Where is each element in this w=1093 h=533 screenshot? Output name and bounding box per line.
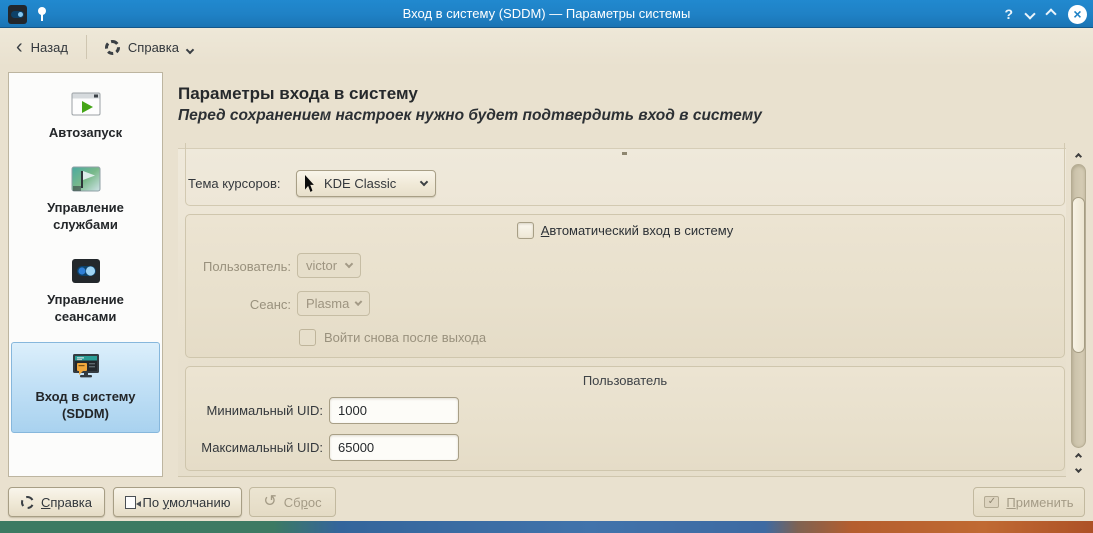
vertical-scrollbar bbox=[1070, 150, 1087, 477]
chevron-down-icon bbox=[354, 298, 363, 306]
scroll-up-button[interactable] bbox=[1070, 150, 1087, 163]
page-subtitle: Перед сохранением настроек нужно будет п… bbox=[178, 107, 762, 124]
autologin-checkbox[interactable] bbox=[516, 222, 534, 239]
back-button[interactable]: ‹ Назад bbox=[6, 32, 78, 62]
autostart-icon bbox=[69, 87, 103, 121]
maximize-button[interactable] bbox=[1045, 8, 1057, 20]
apply-check-icon: ✓ bbox=[984, 496, 1000, 508]
back-button-label: Назад bbox=[30, 39, 68, 55]
user-combobox: victor bbox=[297, 253, 361, 278]
sidebar-item-label: Вход в систему (SDDM) bbox=[35, 389, 136, 421]
sidebar-item-services[interactable]: Управление службами bbox=[11, 158, 160, 239]
undo-icon: ↺ bbox=[263, 493, 277, 510]
settings-scroll-area: Тема курсоров: KDE Classic Автоматически… bbox=[178, 143, 1066, 477]
login-screen-icon bbox=[69, 351, 103, 385]
session-combobox: Plasma bbox=[297, 291, 370, 316]
max-uid-label: Максимальный UID: bbox=[201, 440, 323, 455]
sidebar-item-autostart[interactable]: Автозапуск bbox=[11, 83, 160, 147]
session-label: Сеанс: bbox=[249, 297, 291, 312]
whats-this-button[interactable]: ? bbox=[1004, 6, 1013, 22]
cursor-theme-combobox[interactable]: KDE Classic bbox=[296, 170, 436, 197]
user-group-title: Пользователь bbox=[582, 373, 668, 388]
max-uid-label-cell: Максимальный UID: bbox=[194, 434, 323, 461]
sidebar-item-label: Автозапуск bbox=[48, 125, 123, 140]
apply-button: ✓ Применить bbox=[973, 487, 1085, 517]
sidebar-item-sessions[interactable]: Управление сеансами bbox=[11, 250, 160, 331]
desktop-wallpaper-strip bbox=[0, 521, 1093, 533]
toolbar-separator bbox=[85, 35, 87, 59]
relogin-checkbox bbox=[299, 328, 316, 346]
help-button[interactable]: Справка bbox=[8, 487, 105, 517]
sessions-icon bbox=[69, 254, 103, 288]
scroll-down-button[interactable] bbox=[1070, 463, 1087, 476]
autologin-groupbox: Автоматический вход в систему Пользовате… bbox=[185, 214, 1065, 358]
scroll-up-button-bottom[interactable] bbox=[1070, 450, 1087, 463]
desktop-screenshot: Вход в систему (SDDM) — Параметры систем… bbox=[0, 0, 1093, 533]
help-lifebuoy-icon bbox=[21, 495, 34, 509]
min-uid-input[interactable] bbox=[329, 397, 459, 424]
window-title: Вход в систему (SDDM) — Параметры систем… bbox=[402, 6, 691, 21]
cursor-theme-row: Тема курсоров: bbox=[188, 170, 281, 197]
session-label-cell: Сеанс: bbox=[194, 292, 291, 317]
cursor-theme-label: Тема курсоров: bbox=[188, 176, 281, 191]
autologin-checkbox-label: Автоматический вход в систему bbox=[540, 223, 734, 238]
scrollbar-thumb[interactable] bbox=[1072, 197, 1085, 353]
chevron-down-icon bbox=[419, 177, 429, 187]
sidebar-item-login-sddm[interactable]: Вход в систему (SDDM) bbox=[11, 342, 160, 433]
cursor-arrow-icon bbox=[305, 175, 314, 192]
back-chevron-icon: ‹ bbox=[16, 36, 23, 58]
min-uid-label-cell: Минимальный UID: bbox=[194, 397, 323, 424]
sidebar-item-label: Управление службами bbox=[47, 200, 124, 232]
help-menu-button[interactable]: Справка bbox=[95, 32, 203, 62]
titlebar: Вход в систему (SDDM) — Параметры систем… bbox=[0, 0, 1093, 28]
minimize-button[interactable] bbox=[1024, 8, 1036, 20]
services-icon bbox=[69, 162, 103, 196]
chevron-down-icon bbox=[344, 259, 354, 269]
titlebar-buttons: ? × bbox=[1004, 0, 1087, 28]
max-uid-input[interactable] bbox=[329, 434, 459, 461]
category-sidebar: Автозапуск Управление службами Управлени… bbox=[8, 72, 163, 477]
user-value: victor bbox=[306, 258, 338, 273]
apply-button-label: Применить bbox=[1006, 494, 1074, 510]
reset-button-label: Сброс bbox=[283, 494, 322, 510]
defaults-button-label: По умолчанию bbox=[142, 494, 231, 510]
toolbar: ‹ Назад Справка bbox=[0, 28, 1093, 66]
sidebar-item-label: Управление сеансами bbox=[47, 292, 124, 324]
user-label: Пользователь: bbox=[203, 259, 291, 274]
reset-button: ↺ Сброс bbox=[249, 487, 336, 517]
button-bar: Справка По умолчанию ↺ Сброс ✓ Применить bbox=[0, 485, 1093, 521]
help-button-label: Справка bbox=[127, 39, 179, 55]
document-revert-icon bbox=[124, 495, 141, 509]
user-label-cell: Пользователь: bbox=[194, 254, 291, 279]
chevron-down-icon bbox=[185, 45, 195, 55]
autologin-checkbox-row: Автоматический вход в систему bbox=[186, 222, 1064, 239]
defaults-button[interactable]: По умолчанию bbox=[113, 487, 242, 517]
help-lifebuoy-icon bbox=[104, 39, 120, 55]
page-title: Параметры входа в систему bbox=[178, 84, 418, 103]
cursor-theme-value: KDE Classic bbox=[324, 176, 397, 191]
session-value: Plasma bbox=[306, 296, 350, 311]
relogin-label: Войти снова после выхода bbox=[324, 329, 487, 345]
min-uid-label: Минимальный UID: bbox=[206, 403, 323, 418]
relogin-row: Войти снова после выхода bbox=[299, 327, 486, 347]
help-button-label: Справка bbox=[41, 494, 92, 510]
close-button[interactable]: × bbox=[1068, 4, 1087, 24]
scrollbar-track[interactable] bbox=[1071, 164, 1086, 448]
user-groupbox: Пользователь Минимальный UID: Максимальн… bbox=[185, 366, 1065, 471]
